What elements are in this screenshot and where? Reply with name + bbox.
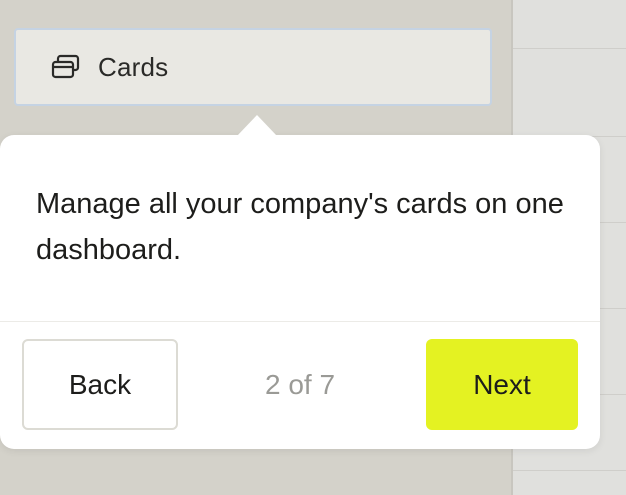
sidebar-item-label: Cards (98, 51, 169, 82)
row-divider (513, 48, 626, 49)
popover-arrow (237, 115, 277, 136)
step-counter: 2 of 7 (264, 368, 336, 400)
tour-popover: Manage all your company's cards on one d… (0, 115, 600, 449)
app-window: Cards Manage all your company's cards on… (0, 0, 626, 495)
next-button[interactable]: Next (426, 339, 578, 430)
back-button[interactable]: Back (22, 339, 178, 430)
row-divider (513, 470, 626, 471)
cards-icon (50, 53, 82, 81)
tour-message: Manage all your company's cards on one d… (36, 188, 564, 266)
sidebar-item-cards[interactable]: Cards (14, 28, 492, 106)
popover-divider (0, 321, 600, 322)
